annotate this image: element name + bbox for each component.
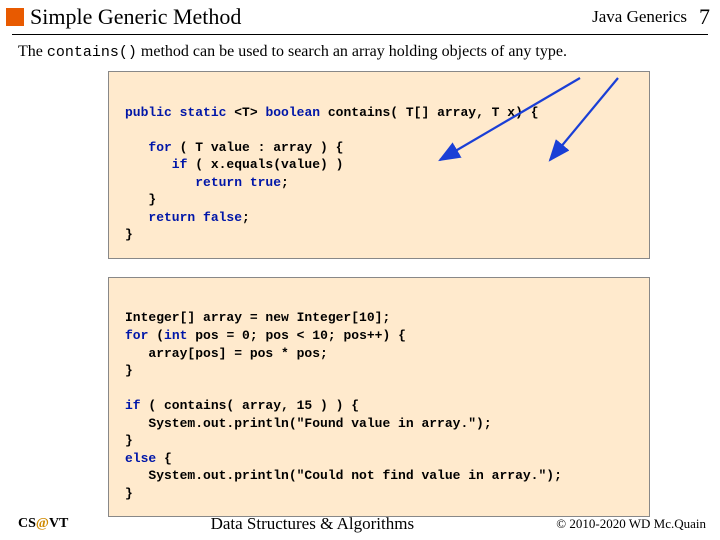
page-number: 7	[699, 4, 710, 30]
c2-l2b: (	[156, 328, 164, 343]
c1-l5b: ;	[281, 175, 289, 190]
c2-l2c: int	[164, 328, 195, 343]
footer-right: © 2010-2020 WD Mc.Quain	[556, 516, 706, 532]
slide-header: Simple Generic Method Java Generics 7	[0, 0, 720, 32]
c1-l8: }	[125, 227, 133, 242]
c2-l11: }	[125, 486, 133, 501]
c2-l2a: for	[125, 328, 156, 343]
c2-l6a: if	[125, 398, 148, 413]
intro-pre: The	[18, 43, 47, 60]
c1-l1b: <T>	[234, 105, 265, 120]
slide-footer: CS@VT Data Structures & Algorithms © 201…	[0, 514, 720, 534]
c1-l6: }	[125, 192, 156, 207]
intro-mono: contains()	[47, 44, 137, 61]
c1-l7b: ;	[242, 210, 250, 225]
header-topic: Java Generics	[592, 7, 687, 27]
c1-l1a: public static	[125, 105, 234, 120]
c2-l1: Integer[] array = new Integer[10];	[125, 310, 390, 325]
header-rule	[12, 34, 708, 35]
slide-title: Simple Generic Method	[30, 4, 592, 30]
c2-l2d: pos = 0; pos < 10; pos++) {	[195, 328, 406, 343]
footer-at: @	[36, 516, 49, 531]
c2-l6b: ( contains( array, 15 ) ) {	[148, 398, 359, 413]
c1-l5a: return true	[125, 175, 281, 190]
c1-l3a: for	[125, 140, 180, 155]
code-box-2: Integer[] array = new Integer[10]; for (…	[108, 277, 650, 518]
footer-left: CS@VT	[18, 516, 68, 532]
c2-l9a: else	[125, 451, 164, 466]
c2-l8: }	[125, 433, 133, 448]
c1-l4a: if	[125, 157, 195, 172]
c2-l10: System.out.println("Could not find value…	[125, 468, 562, 483]
intro-post: method can be used to search an array ho…	[137, 43, 567, 60]
c1-l3b: ( T value : array ) {	[180, 140, 344, 155]
c1-l1c: boolean	[265, 105, 327, 120]
c1-l7a: return false	[125, 210, 242, 225]
c2-l4: }	[125, 363, 133, 378]
code-box-1: public static <T> boolean contains( T[] …	[108, 71, 650, 259]
c2-l9b: {	[164, 451, 172, 466]
intro-text: The contains() method can be used to sea…	[18, 43, 702, 61]
c1-l1d: contains( T[] array, T x) {	[328, 105, 539, 120]
footer-cs: CS	[18, 516, 36, 531]
c1-l4b: ( x.equals(value) )	[195, 157, 343, 172]
footer-vt: VT	[49, 516, 68, 531]
header-bullet	[6, 8, 24, 26]
c2-l7: System.out.println("Found value in array…	[125, 416, 492, 431]
footer-center: Data Structures & Algorithms	[68, 514, 556, 534]
c2-l3: array[pos] = pos * pos;	[125, 346, 328, 361]
